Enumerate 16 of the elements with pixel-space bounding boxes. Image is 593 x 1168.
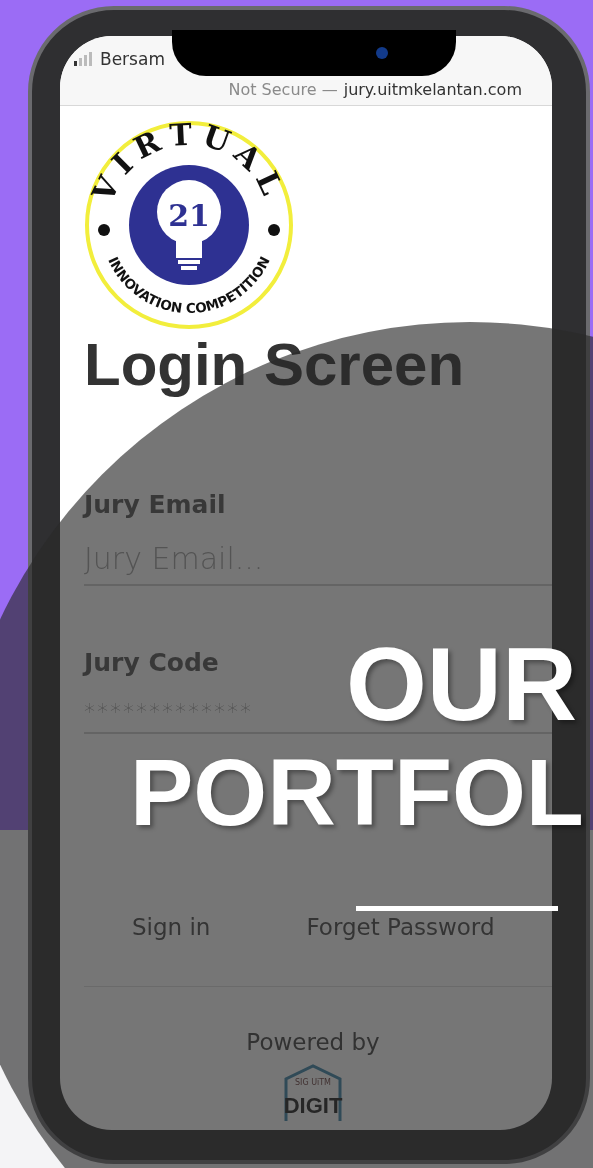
- headline-text: OUR: [345, 630, 578, 738]
- signal-icon: [74, 52, 94, 66]
- powered-by-text: Powered by: [246, 1029, 380, 1055]
- input-field[interactable]: *************: [84, 699, 334, 724]
- carrier-text: Bersam: [100, 49, 165, 69]
- sign-in-link[interactable]: Sign in: [132, 914, 211, 940]
- camera-icon: [376, 47, 388, 59]
- logo-number: 21: [168, 198, 210, 233]
- page-title: Login Screen: [84, 330, 466, 400]
- url-text[interactable]: jury.uitmkelantan.com: [343, 80, 522, 99]
- forgot-password-link[interactable]: Forget Password: [306, 914, 495, 940]
- field-label: Jury Email: [84, 490, 227, 519]
- field-label: Jury Code: [84, 648, 220, 677]
- headline-text: PORTFOL: [130, 738, 584, 846]
- logo-caption: SIG UiTM: [295, 1078, 331, 1087]
- security-label: Not Secure —: [228, 80, 338, 99]
